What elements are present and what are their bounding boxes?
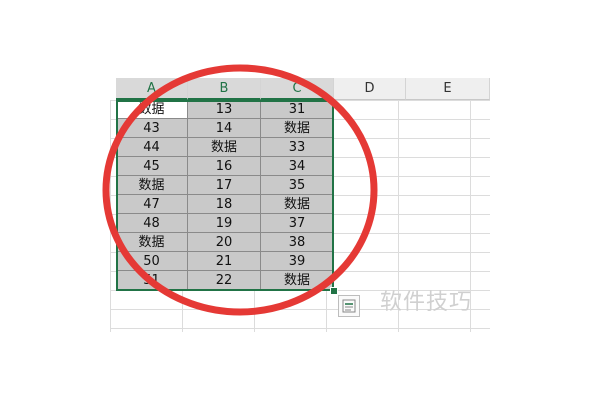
highlight-circle [102, 64, 378, 316]
watermark: 软件技巧 [380, 290, 473, 315]
